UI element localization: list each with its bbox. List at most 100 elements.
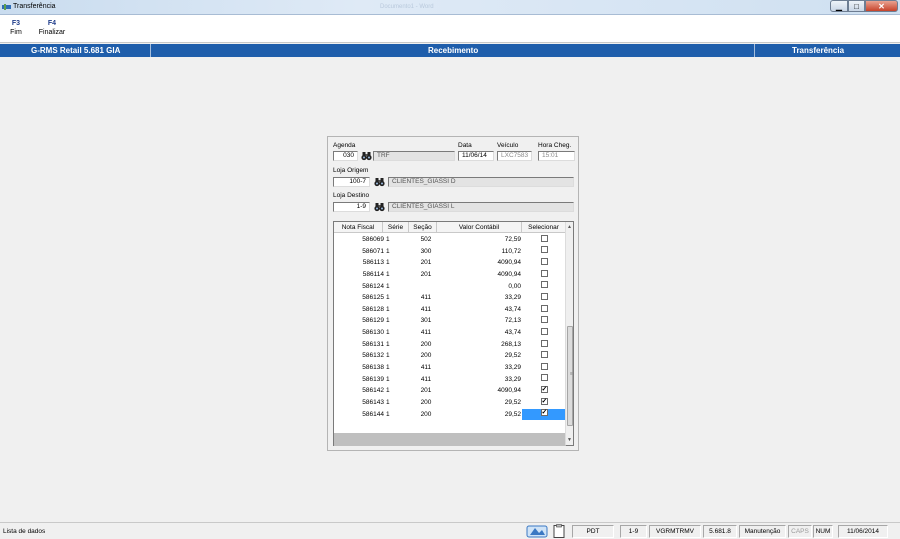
grid-vertical-scrollbar[interactable]: ▲ ≡ ▼ xyxy=(565,222,573,445)
scrollbar-thumb[interactable]: ≡ xyxy=(567,326,573,426)
select-cell[interactable] xyxy=(522,281,566,293)
select-checkbox[interactable] xyxy=(540,269,548,277)
cell-valor: 33,29 xyxy=(504,375,521,383)
arrival-time-field: 15:01 xyxy=(538,151,575,161)
cell-nf: 586124 xyxy=(362,282,384,290)
select-checkbox[interactable] xyxy=(540,351,548,359)
cell-secao: 411 xyxy=(420,329,432,337)
cell-secao: 201 xyxy=(420,270,432,278)
select-cell[interactable] xyxy=(522,257,566,269)
select-cell[interactable] xyxy=(522,304,566,316)
invoice-grid[interactable]: Nota Fiscal Série Seção Valor Contábil S… xyxy=(333,221,574,446)
column-header[interactable]: Valor Contábil xyxy=(437,222,522,233)
cell-secao: 411 xyxy=(420,364,432,372)
column-header[interactable]: Selecionar xyxy=(522,222,566,233)
cell-valor: 4090,94 xyxy=(497,270,522,278)
select-cell[interactable] xyxy=(522,315,566,327)
select-checkbox[interactable] xyxy=(540,327,548,335)
function-key-toolbar: F3 Fim F4 Finalizar xyxy=(0,15,900,43)
cell-valor: 4090,94 xyxy=(497,387,522,395)
select-cell[interactable]: ✓ xyxy=(522,397,566,409)
select-cell[interactable] xyxy=(522,269,566,281)
table-row[interactable]: 586131 1 200 268,13 xyxy=(334,339,566,351)
cell-nf: 586130 xyxy=(362,329,384,337)
select-cell[interactable] xyxy=(522,292,566,304)
close-button[interactable]: ✕ xyxy=(865,0,898,12)
cell-secao xyxy=(415,281,437,293)
table-row[interactable]: 586144 1 200 29,52 ✓ xyxy=(334,408,566,421)
cell-valor: 43,74 xyxy=(504,329,521,337)
table-row[interactable]: 586124 1 0,00 xyxy=(334,281,566,293)
minimize-button[interactable]: ▁ xyxy=(830,0,848,12)
select-cell[interactable]: ✓ xyxy=(522,408,566,421)
agenda-field[interactable]: 030 xyxy=(333,151,358,161)
window-controls: ▁ □ ✕ xyxy=(830,0,898,12)
select-checkbox[interactable] xyxy=(540,292,548,300)
select-checkbox[interactable] xyxy=(540,258,548,266)
fkey-fim-button[interactable]: F3 Fim xyxy=(6,20,26,36)
date-field[interactable]: 11/06/14 xyxy=(458,151,494,161)
select-checkbox[interactable] xyxy=(540,339,548,347)
table-row[interactable]: 586142 1 201 4090,94 ✓ xyxy=(334,385,566,397)
column-header[interactable]: Nota Fiscal xyxy=(334,222,383,233)
binoculars-search-icon[interactable] xyxy=(374,202,385,212)
cell-nf: 586071 xyxy=(362,247,384,255)
transfer-form-panel: Agenda Data Veículo Hora Cheg. 030 TRF 1… xyxy=(327,136,579,451)
agenda-label: Agenda xyxy=(333,142,356,149)
select-checkbox[interactable]: ✓ xyxy=(540,386,548,394)
column-header[interactable]: Série xyxy=(383,222,409,233)
cell-valor: 110,72 xyxy=(501,247,521,255)
cell-secao: 200 xyxy=(420,410,432,418)
cell-serie: 1 xyxy=(386,387,390,395)
destination-store-field[interactable]: 1-9 xyxy=(333,202,370,212)
table-row[interactable]: 586143 1 200 29,52 ✓ xyxy=(334,397,566,409)
binoculars-search-icon[interactable] xyxy=(374,177,385,187)
cell-valor: 0,00 xyxy=(508,282,521,290)
column-header[interactable]: Seção xyxy=(409,222,437,233)
maximize-button[interactable]: □ xyxy=(848,0,865,12)
select-cell[interactable]: ✓ xyxy=(522,385,566,397)
table-row[interactable]: 586130 1 411 43,74 xyxy=(334,327,566,339)
table-row[interactable]: 586138 1 411 33,29 xyxy=(334,362,566,374)
table-row[interactable]: 586113 1 201 4090,94 xyxy=(334,257,566,269)
table-row[interactable]: 586129 1 301 72,13 xyxy=(334,315,566,327)
select-checkbox[interactable] xyxy=(540,246,548,254)
select-checkbox[interactable] xyxy=(540,316,548,324)
agenda-description: TRF xyxy=(373,151,455,161)
screen-name: Transferência xyxy=(792,46,845,55)
fkey-finalizar-button[interactable]: F4 Finalizar xyxy=(37,20,67,36)
cell-secao: 200 xyxy=(420,398,432,406)
destination-store-description: CLIENTES_GIASSI L xyxy=(388,202,574,212)
select-cell[interactable] xyxy=(522,374,566,386)
select-cell[interactable] xyxy=(522,350,566,362)
select-cell[interactable] xyxy=(522,339,566,351)
status-date: 11/06/2014 xyxy=(838,525,888,538)
binoculars-search-icon[interactable] xyxy=(361,151,372,161)
select-cell[interactable] xyxy=(522,327,566,339)
table-row[interactable]: 586114 1 201 4090,94 xyxy=(334,269,566,281)
table-row[interactable]: 586132 1 200 29,52 xyxy=(334,350,566,362)
table-row[interactable]: 586139 1 411 33,29 xyxy=(334,374,566,386)
select-checkbox[interactable]: ✓ xyxy=(540,397,548,405)
scroll-down-icon[interactable]: ▼ xyxy=(567,437,572,443)
select-checkbox[interactable] xyxy=(540,362,548,370)
table-row[interactable]: 586125 1 411 33,29 xyxy=(334,292,566,304)
cell-secao: 411 xyxy=(420,294,432,302)
table-row[interactable]: 586128 1 411 43,74 xyxy=(334,304,566,316)
select-checkbox[interactable] xyxy=(540,304,548,312)
vehicle-field: LXC7583 xyxy=(497,151,532,161)
select-cell[interactable] xyxy=(522,246,566,258)
select-checkbox[interactable]: ✓ xyxy=(540,409,548,417)
background-window-title: Documento1 - Word xyxy=(380,4,434,10)
select-checkbox[interactable] xyxy=(540,374,548,382)
origin-store-field[interactable]: 100-7 xyxy=(333,177,370,187)
select-cell[interactable] xyxy=(522,234,566,246)
select-checkbox[interactable] xyxy=(540,234,548,242)
select-cell[interactable] xyxy=(522,362,566,374)
scroll-up-icon[interactable]: ▲ xyxy=(567,224,572,230)
cell-serie: 1 xyxy=(386,317,390,325)
cell-serie: 1 xyxy=(386,340,390,348)
select-checkbox[interactable] xyxy=(540,281,548,289)
table-row[interactable]: 586069 1 502 72,59 xyxy=(334,234,566,246)
table-row[interactable]: 586071 1 300 110,72 xyxy=(334,246,566,258)
